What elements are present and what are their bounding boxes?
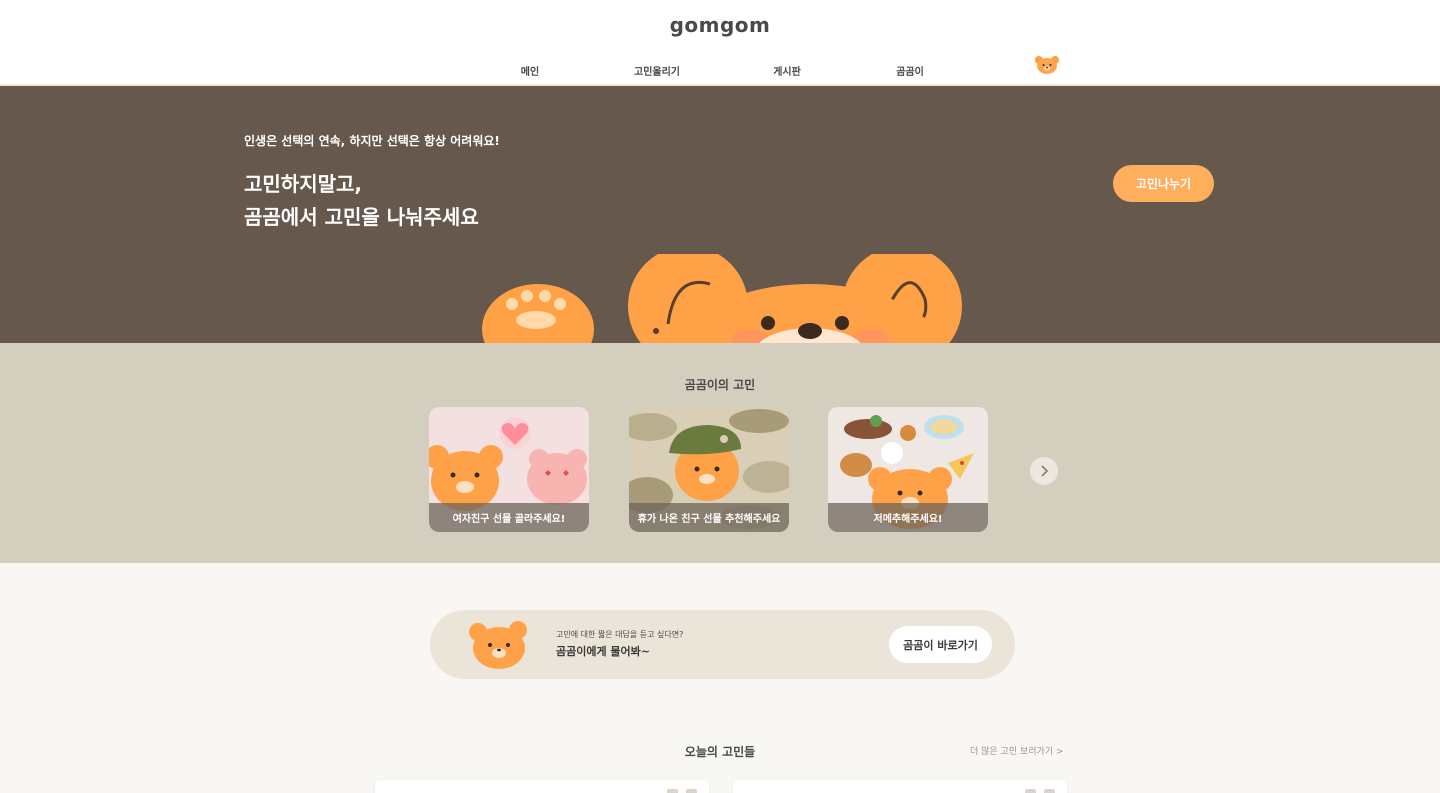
bear-face-icon — [469, 621, 527, 669]
section-title-gomgom-concerns: 곰곰이의 고민 — [684, 378, 756, 392]
heart-icon — [686, 789, 697, 793]
post-meta — [1025, 789, 1055, 793]
ask-main-text: 곰곰이에게 물어봐~ — [556, 645, 651, 658]
site-header: gomgom 메인 고민올리기 게시판 곰곰이 — [0, 0, 1440, 86]
nav-item-main[interactable]: 메인 — [521, 63, 539, 78]
concern-card-soldier-gift[interactable]: 휴가 나온 친구 선물 추천해주세요 — [629, 407, 789, 532]
concern-card-dinner-menu[interactable]: 저메추해주세요! — [828, 407, 988, 532]
post-meta — [667, 789, 697, 793]
carousel-next-button[interactable] — [1030, 457, 1058, 485]
card-caption: 저메추해주세요! — [828, 503, 988, 532]
nav-item-gomgom[interactable]: 곰곰이 — [896, 63, 924, 78]
hero-subtitle: 인생은 선택의 연속, 하지만 선택은 항상 어려워요! — [244, 134, 500, 148]
ask-gomgom-banner: 고민에 대한 짧은 대답을 듣고 싶다면? 곰곰이에게 물어봐~ 곰곰이 바로가… — [430, 610, 1015, 679]
profile-avatar-icon[interactable] — [1034, 54, 1060, 76]
gomgom-concerns-section: 곰곰이의 고민 여자친구 선물 골라주세요! 휴가 나온 친구 선물 추천해주세… — [0, 343, 1440, 563]
hero-title-line1: 고민하지말고, — [244, 172, 362, 196]
nav-item-board[interactable]: 게시판 — [773, 63, 801, 78]
hero-banner: 인생은 선택의 연속, 하지만 선택은 항상 어려워요! 고민하지말고, 곰곰에… — [0, 86, 1440, 343]
bear-peeking-illustration — [482, 254, 962, 343]
comment-icon — [1025, 789, 1036, 793]
comment-icon — [667, 789, 678, 793]
today-concern-card[interactable] — [375, 780, 709, 793]
card-caption: 휴가 나온 친구 선물 추천해주세요 — [629, 503, 789, 532]
chevron-right-icon — [1041, 465, 1049, 477]
go-to-gomgom-button[interactable]: 곰곰이 바로가기 — [889, 626, 992, 663]
hero-title-line2: 곰곰에서 고민을 나눠주세요 — [244, 205, 479, 229]
today-concern-card[interactable] — [733, 780, 1067, 793]
ask-prompt-text: 고민에 대한 짧은 대답을 듣고 싶다면? — [556, 630, 684, 639]
share-concern-button[interactable]: 고민나누기 — [1113, 165, 1214, 202]
heart-icon — [1044, 789, 1055, 793]
concern-card-girlfriend-gift[interactable]: 여자친구 선물 골라주세요! — [429, 407, 589, 532]
card-caption: 여자친구 선물 골라주세요! — [429, 503, 589, 532]
site-logo[interactable]: gomgom — [0, 13, 1440, 37]
section-title-today-concerns: 오늘의 고민들 — [684, 745, 756, 759]
more-concerns-link[interactable]: 더 많은 고민 보러가기 > — [970, 744, 1064, 757]
nav-item-post-concern[interactable]: 고민올리기 — [634, 63, 680, 78]
